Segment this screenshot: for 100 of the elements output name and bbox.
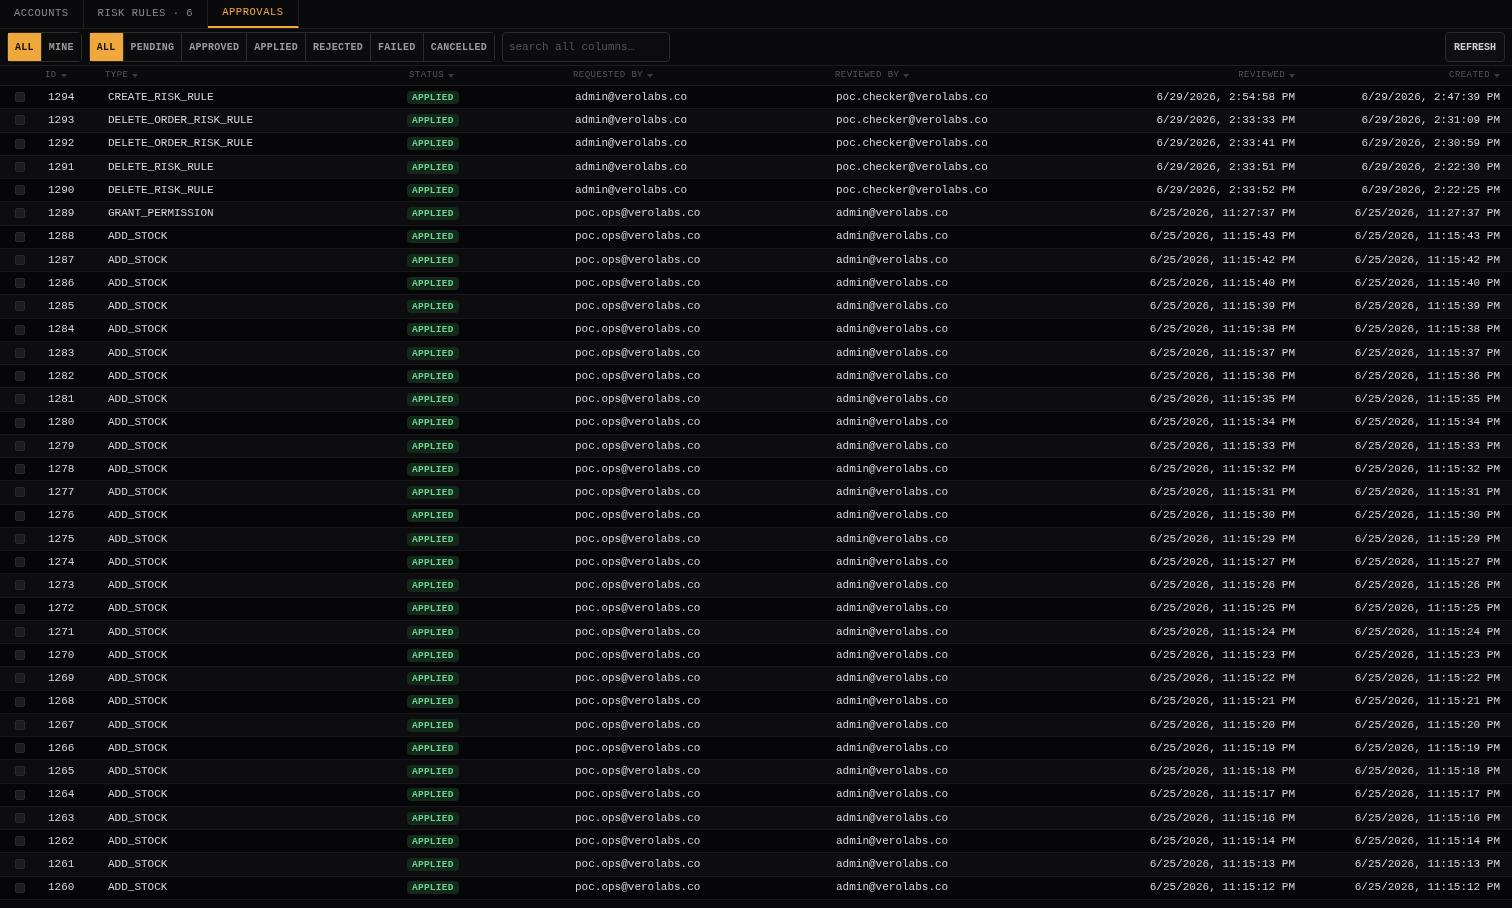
row-checkbox[interactable] bbox=[15, 580, 25, 591]
row-checkbox[interactable] bbox=[15, 464, 25, 475]
table-cell: 6/29/2026, 2:33:52 PM bbox=[1156, 183, 1295, 196]
table-cell: ADD_STOCK bbox=[108, 439, 168, 452]
row-checkbox[interactable] bbox=[15, 789, 25, 800]
table-cell: 1261 bbox=[48, 858, 75, 871]
table-cell: 6/25/2026, 11:15:33 PM bbox=[1354, 439, 1500, 452]
table-cell: 6/25/2026, 11:15:35 PM bbox=[1354, 393, 1500, 406]
table-cell: admin@verolabs.co bbox=[836, 579, 949, 592]
row-checkbox[interactable] bbox=[15, 626, 25, 637]
row-checkbox[interactable] bbox=[15, 650, 25, 661]
table-cell: 1274 bbox=[48, 555, 75, 568]
status-badge: APPLIED bbox=[407, 555, 459, 569]
row-checkbox[interactable] bbox=[15, 115, 25, 126]
table-cell: 1277 bbox=[48, 486, 75, 499]
table-cell: 6/25/2026, 11:15:26 PM bbox=[1149, 579, 1295, 592]
row-checkbox[interactable] bbox=[15, 371, 25, 382]
filter-toggle[interactable]: MINE bbox=[40, 33, 81, 61]
row-checkbox[interactable] bbox=[15, 324, 25, 335]
table-cell: 6/29/2026, 2:22:30 PM bbox=[1361, 160, 1500, 173]
table-cell: 6/25/2026, 11:15:18 PM bbox=[1354, 765, 1500, 778]
row-checkbox[interactable] bbox=[15, 557, 25, 568]
table-cell: poc.ops@verolabs.co bbox=[575, 439, 701, 452]
table-cell: poc.ops@verolabs.co bbox=[575, 788, 701, 801]
table-cell: 6/25/2026, 11:15:34 PM bbox=[1149, 416, 1295, 429]
table-cell: 6/25/2026, 11:15:13 PM bbox=[1354, 858, 1500, 871]
row-checkbox[interactable] bbox=[15, 766, 25, 777]
table-cell: poc.ops@verolabs.co bbox=[575, 625, 701, 638]
row-checkbox[interactable] bbox=[15, 719, 25, 730]
row-checkbox[interactable] bbox=[15, 254, 25, 265]
row-checkbox[interactable] bbox=[15, 161, 25, 172]
table-cell: 6/25/2026, 11:15:16 PM bbox=[1149, 811, 1295, 824]
table-cell: 6/25/2026, 11:15:20 PM bbox=[1149, 718, 1295, 731]
row-checkbox[interactable] bbox=[15, 394, 25, 405]
row-checkbox[interactable] bbox=[15, 603, 25, 614]
table-cell: poc.ops@verolabs.co bbox=[575, 741, 701, 754]
table-cell: 6/25/2026, 11:15:43 PM bbox=[1149, 230, 1295, 243]
status-badge: APPLIED bbox=[407, 858, 459, 872]
filter-toggle[interactable]: CANCELLED bbox=[422, 33, 494, 61]
row-checkbox[interactable] bbox=[15, 673, 25, 684]
table-cell: ADD_STOCK bbox=[108, 393, 168, 406]
search-field[interactable]: search all columns… bbox=[501, 32, 670, 62]
filter-toggle[interactable]: ALL bbox=[8, 33, 41, 61]
tab[interactable]: APPROVALS bbox=[208, 0, 299, 28]
table-cell: ADD_STOCK bbox=[108, 695, 168, 708]
row-checkbox[interactable] bbox=[15, 487, 25, 498]
row-checkbox[interactable] bbox=[15, 859, 25, 870]
table-cell: admin@verolabs.co bbox=[575, 137, 688, 150]
row-checkbox[interactable] bbox=[15, 278, 25, 289]
table-cell: 1263 bbox=[48, 811, 75, 824]
table-cell: 6/25/2026, 11:15:25 PM bbox=[1149, 602, 1295, 615]
row-checkbox[interactable] bbox=[15, 440, 25, 451]
refresh-button[interactable]: REFRESH bbox=[1445, 32, 1505, 62]
status-badge: APPLIED bbox=[407, 90, 459, 104]
table-cell: 6/25/2026, 11:15:29 PM bbox=[1149, 532, 1295, 545]
row-checkbox[interactable] bbox=[15, 510, 25, 521]
table-cell: poc.ops@verolabs.co bbox=[575, 834, 701, 847]
table-cell: admin@verolabs.co bbox=[575, 160, 688, 173]
table-cell: ADD_STOCK bbox=[108, 788, 168, 801]
table-cell: admin@verolabs.co bbox=[836, 741, 949, 754]
row-checkbox[interactable] bbox=[15, 138, 25, 149]
tab[interactable]: ACCOUNTS bbox=[0, 0, 84, 28]
row-checkbox[interactable] bbox=[15, 882, 25, 893]
table-cell: ADD_STOCK bbox=[108, 555, 168, 568]
table-cell: ADD_STOCK bbox=[108, 718, 168, 731]
status-badge: APPLIED bbox=[407, 718, 459, 732]
table-cell: 6/25/2026, 11:15:39 PM bbox=[1354, 300, 1500, 313]
sort-caret-icon bbox=[1289, 73, 1295, 78]
table-cell: GRANT_PERMISSION bbox=[108, 207, 214, 220]
sort-caret-icon bbox=[1494, 73, 1500, 78]
row-checkbox[interactable] bbox=[15, 347, 25, 358]
table-cell: ADD_STOCK bbox=[108, 858, 168, 871]
table-cell: ADD_STOCK bbox=[108, 253, 168, 266]
row-checkbox[interactable] bbox=[15, 231, 25, 242]
table-cell: 6/25/2026, 11:15:36 PM bbox=[1354, 369, 1500, 382]
row-checkbox[interactable] bbox=[15, 836, 25, 847]
table-cell: 6/25/2026, 11:15:31 PM bbox=[1354, 486, 1500, 499]
row-checkbox[interactable] bbox=[15, 208, 25, 219]
row-checkbox[interactable] bbox=[15, 743, 25, 754]
table-cell: 1287 bbox=[48, 253, 75, 266]
table-cell: ADD_STOCK bbox=[108, 741, 168, 754]
row-checkbox[interactable] bbox=[15, 301, 25, 312]
status-badge: APPLIED bbox=[407, 114, 459, 128]
row-checkbox[interactable] bbox=[15, 92, 25, 103]
row-checkbox[interactable] bbox=[15, 417, 25, 428]
status-badge: APPLIED bbox=[407, 695, 459, 709]
row-checkbox[interactable] bbox=[15, 696, 25, 707]
status-badge: APPLIED bbox=[407, 207, 459, 221]
table-cell: poc.ops@verolabs.co bbox=[575, 695, 701, 708]
tab[interactable]: RISK RULES · 6 bbox=[83, 0, 209, 28]
filter-toggle[interactable]: ALL bbox=[89, 33, 123, 61]
table-cell: ADD_STOCK bbox=[108, 276, 168, 289]
table-cell: admin@verolabs.co bbox=[836, 346, 949, 359]
row-checkbox[interactable] bbox=[15, 812, 25, 823]
table-cell: admin@verolabs.co bbox=[836, 416, 949, 429]
row-checkbox[interactable] bbox=[15, 533, 25, 544]
table-cell: poc.checker@verolabs.co bbox=[836, 114, 988, 127]
table-cell: 1262 bbox=[48, 834, 75, 847]
row-checkbox[interactable] bbox=[15, 185, 25, 196]
table-cell: admin@verolabs.co bbox=[836, 834, 949, 847]
